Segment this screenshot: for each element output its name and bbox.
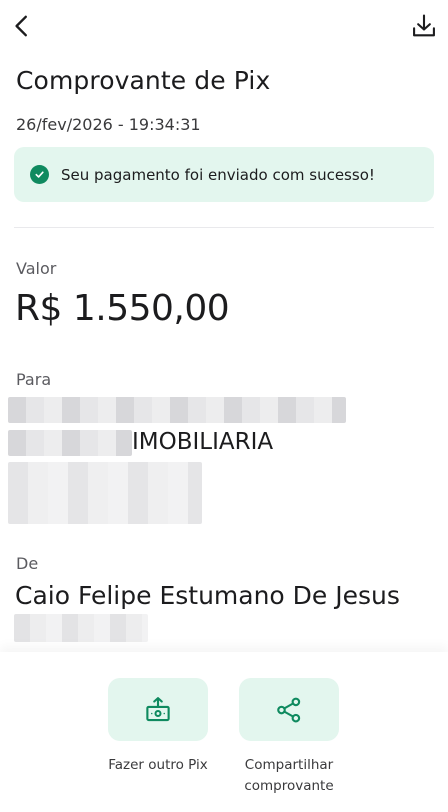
new-pix-button[interactable]: Fazer outro Pix <box>108 678 208 776</box>
divider <box>14 227 434 228</box>
sender-name: Caio Felipe Estumano De Jesus <box>15 581 400 610</box>
amount-value: R$ 1.550,00 <box>15 288 230 329</box>
success-message: Seu pagamento foi enviado com sucesso! <box>61 165 375 184</box>
redacted-recipient-line-2 <box>8 430 132 456</box>
money-transfer-icon <box>146 696 170 721</box>
sender-label: De <box>16 554 39 573</box>
amount-label: Valor <box>16 259 57 278</box>
share-receipt-label: Compartilhar comprovante <box>244 757 334 794</box>
redacted-sender-details <box>14 614 148 642</box>
download-button[interactable] <box>404 6 444 46</box>
chevron-left-icon <box>15 15 27 37</box>
new-pix-label: Fazer outro Pix <box>108 757 208 773</box>
check-circle-icon <box>30 165 49 184</box>
top-bar <box>0 0 448 56</box>
share-receipt-button[interactable]: Compartilhar comprovante <box>239 678 339 797</box>
recipient-name: IMOBILIARIA <box>132 429 274 455</box>
share-icon <box>277 697 301 722</box>
share-icon-container[interactable] <box>239 678 339 741</box>
success-banner: Seu pagamento foi enviado com sucesso! <box>14 147 434 202</box>
bottom-actions-panel <box>0 652 448 812</box>
page-title: Comprovante de Pix <box>16 66 271 95</box>
new-pix-icon-container[interactable] <box>108 678 208 741</box>
redacted-recipient-details <box>8 462 202 524</box>
back-button[interactable] <box>2 6 42 46</box>
download-icon <box>413 14 435 37</box>
recipient-label: Para <box>16 370 52 389</box>
transaction-datetime: 26/fev/2026 - 19:34:31 <box>16 115 201 134</box>
redacted-recipient-line-1 <box>8 397 346 423</box>
